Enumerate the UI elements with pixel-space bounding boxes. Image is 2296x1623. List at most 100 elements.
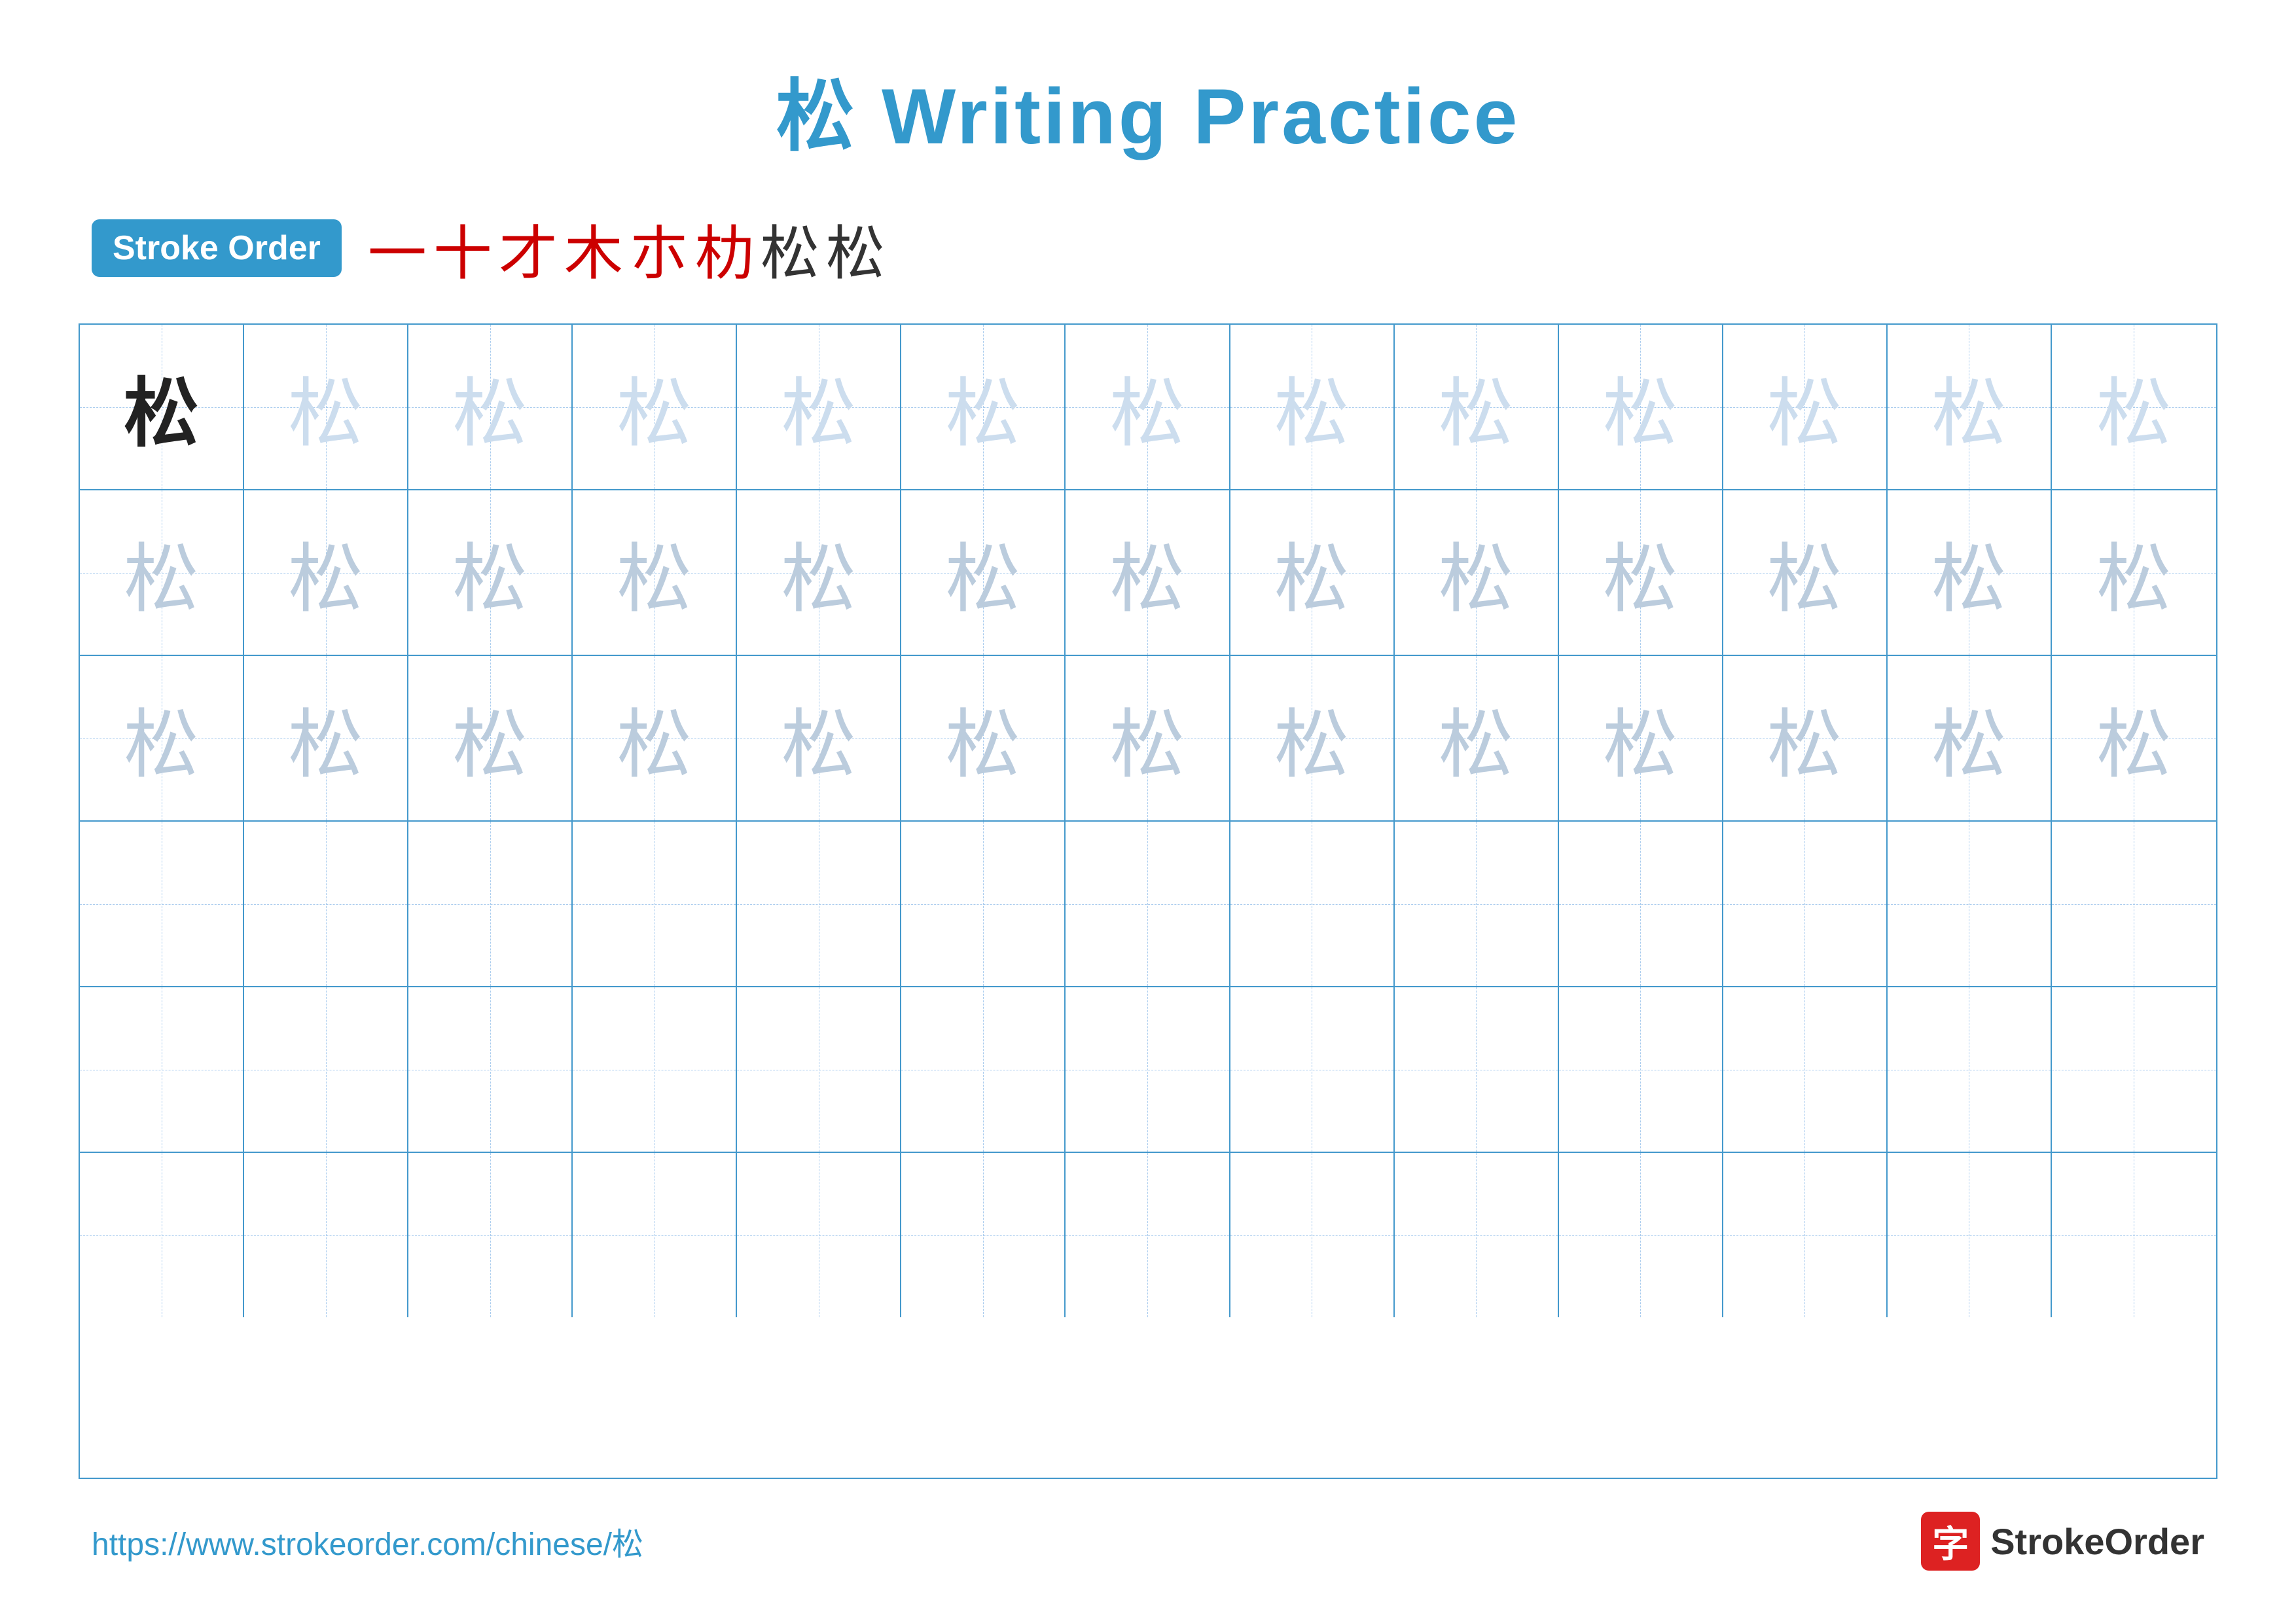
grid-cell-4-1[interactable] <box>244 987 408 1152</box>
grid-cell-3-12[interactable] <box>2052 822 2216 986</box>
grid-cell-1-3[interactable]: 松 <box>573 490 737 655</box>
grid-cell-0-1[interactable]: 松 <box>244 325 408 489</box>
grid-cell-3-1[interactable] <box>244 822 408 986</box>
grid-cell-4-6[interactable] <box>1066 987 1230 1152</box>
grid-cell-2-4[interactable]: 松 <box>737 656 901 820</box>
stroke-order-badge[interactable]: Stroke Order <box>92 219 342 277</box>
grid-cell-0-2[interactable]: 松 <box>408 325 573 489</box>
grid-cell-4-12[interactable] <box>2052 987 2216 1152</box>
grid-cell-1-10[interactable]: 松 <box>1723 490 1888 655</box>
cell-char-0-1: 松 <box>288 353 363 462</box>
grid-cell-2-5[interactable]: 松 <box>901 656 1066 820</box>
grid-cell-2-8[interactable]: 松 <box>1395 656 1559 820</box>
grid-cell-2-1[interactable]: 松 <box>244 656 408 820</box>
grid-cell-2-0[interactable]: 松 <box>80 656 244 820</box>
grid-cell-3-0[interactable] <box>80 822 244 986</box>
cell-char-0-7: 松 <box>1274 353 1350 462</box>
grid-cell-1-9[interactable]: 松 <box>1559 490 1723 655</box>
grid-cell-3-4[interactable] <box>737 822 901 986</box>
cell-char-1-9: 松 <box>1603 519 1678 627</box>
grid-cell-2-3[interactable]: 松 <box>573 656 737 820</box>
grid-cell-0-4[interactable]: 松 <box>737 325 901 489</box>
grid-cell-2-11[interactable]: 松 <box>1888 656 2052 820</box>
grid-cell-0-0[interactable]: 松 <box>80 325 244 489</box>
grid-cell-1-4[interactable]: 松 <box>737 490 901 655</box>
grid-cell-3-5[interactable] <box>901 822 1066 986</box>
grid-cell-0-6[interactable]: 松 <box>1066 325 1230 489</box>
grid-cell-5-7[interactable] <box>1230 1153 1395 1317</box>
grid-cell-2-2[interactable]: 松 <box>408 656 573 820</box>
grid-cell-2-12[interactable]: 松 <box>2052 656 2216 820</box>
grid-cell-4-10[interactable] <box>1723 987 1888 1152</box>
grid-cell-3-7[interactable] <box>1230 822 1395 986</box>
grid-cell-3-10[interactable] <box>1723 822 1888 986</box>
grid-cell-1-7[interactable]: 松 <box>1230 490 1395 655</box>
grid-cell-5-2[interactable] <box>408 1153 573 1317</box>
cell-char-2-6: 松 <box>1109 684 1185 793</box>
grid-cell-0-12[interactable]: 松 <box>2052 325 2216 489</box>
grid-cell-1-0[interactable]: 松 <box>80 490 244 655</box>
grid-cell-1-11[interactable]: 松 <box>1888 490 2052 655</box>
grid-cell-2-6[interactable]: 松 <box>1066 656 1230 820</box>
grid-cell-3-8[interactable] <box>1395 822 1559 986</box>
grid-cell-0-5[interactable]: 松 <box>901 325 1066 489</box>
grid-cell-4-8[interactable] <box>1395 987 1559 1152</box>
grid-cell-4-5[interactable] <box>901 987 1066 1152</box>
grid-cell-3-6[interactable] <box>1066 822 1230 986</box>
grid-cell-4-2[interactable] <box>408 987 573 1152</box>
cell-char-2-1: 松 <box>288 684 363 793</box>
grid-cell-5-4[interactable] <box>737 1153 901 1317</box>
cell-char-0-5: 松 <box>945 353 1020 462</box>
grid-cell-5-5[interactable] <box>901 1153 1066 1317</box>
grid-cell-4-7[interactable] <box>1230 987 1395 1152</box>
grid-cell-5-12[interactable] <box>2052 1153 2216 1317</box>
grid-cell-4-3[interactable] <box>573 987 737 1152</box>
grid-cell-5-10[interactable] <box>1723 1153 1888 1317</box>
grid-cell-2-7[interactable]: 松 <box>1230 656 1395 820</box>
footer-url[interactable]: https://www.strokeorder.com/chinese/松 <box>92 1518 643 1564</box>
stroke-seq-step-7: 松 <box>826 206 885 291</box>
grid-cell-5-9[interactable] <box>1559 1153 1723 1317</box>
grid-cell-4-11[interactable] <box>1888 987 2052 1152</box>
grid-cell-1-5[interactable]: 松 <box>901 490 1066 655</box>
stroke-seq-step-2: 才 <box>499 206 558 291</box>
cell-char-0-3: 松 <box>617 353 692 462</box>
grid-cell-0-9[interactable]: 松 <box>1559 325 1723 489</box>
cell-char-1-5: 松 <box>945 519 1020 627</box>
cell-char-1-1: 松 <box>288 519 363 627</box>
grid-cell-2-9[interactable]: 松 <box>1559 656 1723 820</box>
grid-cell-2-10[interactable]: 松 <box>1723 656 1888 820</box>
grid-cell-5-6[interactable] <box>1066 1153 1230 1317</box>
grid-cell-1-6[interactable]: 松 <box>1066 490 1230 655</box>
grid-cell-1-12[interactable]: 松 <box>2052 490 2216 655</box>
page: 松 Writing Practice Stroke Order 一十才木朩朸松松… <box>0 0 2296 1623</box>
grid-cell-3-11[interactable] <box>1888 822 2052 986</box>
grid-cell-4-4[interactable] <box>737 987 901 1152</box>
grid-cell-1-1[interactable]: 松 <box>244 490 408 655</box>
grid-cell-1-8[interactable]: 松 <box>1395 490 1559 655</box>
cell-char-0-4: 松 <box>781 353 856 462</box>
stroke-seq-step-4: 朩 <box>630 206 689 291</box>
cell-char-2-0: 松 <box>124 684 199 793</box>
grid-cell-3-3[interactable] <box>573 822 737 986</box>
grid-cell-0-11[interactable]: 松 <box>1888 325 2052 489</box>
cell-char-2-8: 松 <box>1439 684 1514 793</box>
grid-cell-0-3[interactable]: 松 <box>573 325 737 489</box>
cell-char-0-9: 松 <box>1603 353 1678 462</box>
grid-cell-3-2[interactable] <box>408 822 573 986</box>
grid-cell-1-2[interactable]: 松 <box>408 490 573 655</box>
stroke-seq-step-6: 松 <box>761 206 819 291</box>
grid-cell-0-7[interactable]: 松 <box>1230 325 1395 489</box>
cell-char-2-11: 松 <box>1931 684 2007 793</box>
grid-cell-3-9[interactable] <box>1559 822 1723 986</box>
grid-cell-5-8[interactable] <box>1395 1153 1559 1317</box>
grid-cell-5-3[interactable] <box>573 1153 737 1317</box>
grid-cell-5-0[interactable] <box>80 1153 244 1317</box>
grid-cell-5-11[interactable] <box>1888 1153 2052 1317</box>
grid-cell-4-9[interactable] <box>1559 987 1723 1152</box>
grid-cell-4-0[interactable] <box>80 987 244 1152</box>
cell-char-2-4: 松 <box>781 684 856 793</box>
grid-cell-0-8[interactable]: 松 <box>1395 325 1559 489</box>
grid-cell-5-1[interactable] <box>244 1153 408 1317</box>
grid-cell-0-10[interactable]: 松 <box>1723 325 1888 489</box>
